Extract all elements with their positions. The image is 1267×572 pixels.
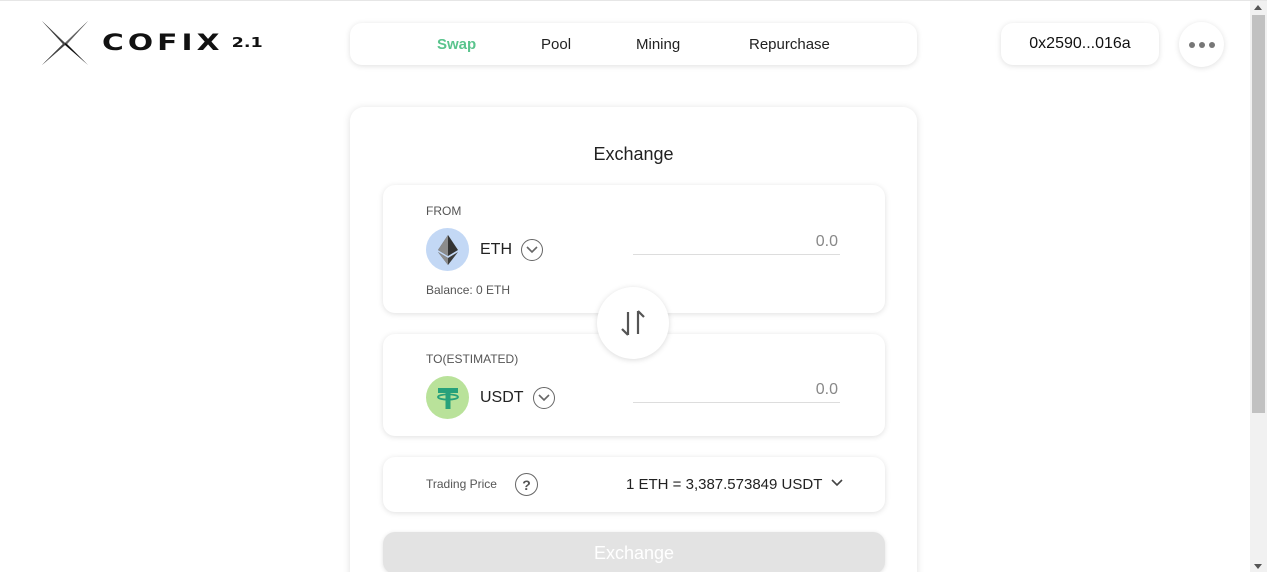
chevron-down-icon[interactable] bbox=[532, 386, 555, 409]
more-options-button[interactable] bbox=[1179, 22, 1224, 67]
tab-mining[interactable]: Mining bbox=[636, 36, 680, 53]
tab-pool[interactable]: Pool bbox=[541, 36, 571, 53]
swap-direction-button[interactable] bbox=[597, 287, 669, 359]
cofix-logo-icon bbox=[42, 21, 88, 65]
more-dot bbox=[1208, 41, 1215, 48]
wallet-address-button[interactable]: 0x2590...016a bbox=[1001, 23, 1159, 65]
tab-swap[interactable]: Swap bbox=[437, 36, 476, 53]
chevron-down-icon[interactable] bbox=[831, 479, 843, 487]
from-label: FROM bbox=[426, 204, 462, 218]
card-title: Exchange bbox=[593, 144, 674, 164]
exchange-submit-button[interactable]: Exchange bbox=[383, 532, 885, 572]
brand-logo[interactable]: COFIX 2.1 bbox=[40, 19, 263, 67]
to-token-selector[interactable]: USDT bbox=[426, 376, 555, 419]
brand-wordmark: COFIX 2.1 bbox=[102, 31, 263, 56]
chevron-down-icon[interactable] bbox=[521, 238, 543, 261]
ethereum-icon bbox=[426, 228, 469, 271]
trading-price-label: Trading Price bbox=[426, 477, 497, 491]
from-balance: Balance: 0 ETH bbox=[426, 283, 511, 297]
brand-name: COFIX bbox=[102, 30, 224, 56]
page-scrollbar[interactable] bbox=[1250, 1, 1267, 572]
from-amount-input[interactable] bbox=[633, 229, 840, 255]
more-dot bbox=[1198, 41, 1205, 48]
swap-arrows-icon bbox=[621, 310, 645, 336]
scroll-up-icon[interactable] bbox=[1254, 5, 1262, 10]
trading-price-panel: Trading Price ? 1 ETH = 3,387.573849 USD… bbox=[383, 457, 885, 512]
more-horizontal-icon bbox=[1188, 41, 1195, 48]
scrollbar-thumb[interactable] bbox=[1252, 15, 1265, 413]
brand-version: 2.1 bbox=[231, 35, 263, 51]
tether-icon bbox=[426, 376, 469, 419]
scroll-down-icon[interactable] bbox=[1254, 564, 1262, 569]
from-token-selector[interactable]: ETH bbox=[426, 228, 543, 271]
from-token-name: ETH bbox=[480, 240, 512, 258]
trading-price-value: 1 ETH = 3,387.573849 USDT bbox=[626, 476, 823, 493]
help-icon[interactable]: ? bbox=[515, 473, 538, 496]
to-label: TO(ESTIMATED) bbox=[426, 352, 519, 366]
exchange-card: Exchange FROM ETH Balance: 0 ETH bbox=[350, 107, 917, 572]
to-token-name: USDT bbox=[480, 388, 524, 406]
main-nav: Swap Pool Mining Repurchase bbox=[350, 23, 917, 65]
to-amount-input[interactable] bbox=[633, 377, 840, 403]
tab-repurchase[interactable]: Repurchase bbox=[749, 36, 830, 53]
